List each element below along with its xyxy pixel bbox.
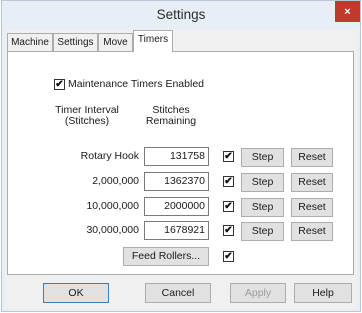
maintenance-timers-checkbox[interactable]: ✔: [54, 79, 65, 90]
check-icon: ✔: [224, 176, 233, 187]
title-bar[interactable]: Settings ×: [2, 1, 360, 29]
timer-interval-header: Timer Interval (Stitches): [55, 104, 119, 127]
check-icon: ✔: [224, 151, 233, 162]
step-button[interactable]: Step: [241, 222, 284, 241]
cancel-button[interactable]: Cancel: [145, 283, 211, 303]
stitches-remaining-header: Stitches Remaining: [145, 104, 197, 127]
reset-button[interactable]: Reset: [291, 148, 333, 167]
timer-row-checkbox[interactable]: ✔: [223, 176, 234, 187]
tab-move[interactable]: Move: [98, 33, 133, 51]
timers-panel: ✔ Maintenance Timers Enabled Timer Inter…: [7, 51, 354, 275]
dialog-title: Settings: [156, 7, 206, 22]
check-icon: ✔: [224, 251, 233, 262]
close-icon[interactable]: ×: [335, 1, 360, 22]
reset-button[interactable]: Reset: [291, 173, 333, 192]
ok-button[interactable]: OK: [43, 283, 109, 303]
check-icon: ✔: [55, 79, 64, 90]
apply-button[interactable]: Apply: [230, 283, 286, 303]
reset-button[interactable]: Reset: [291, 222, 333, 241]
timer-row-label: 30,000,000: [86, 224, 139, 236]
help-button[interactable]: Help: [294, 283, 352, 303]
stitches-remaining-field[interactable]: 131758: [144, 147, 209, 166]
tab-machine[interactable]: Machine: [7, 33, 53, 51]
tab-settings[interactable]: Settings: [53, 33, 98, 51]
stitches-remaining-field[interactable]: 1678921: [144, 221, 209, 240]
check-icon: ✔: [224, 201, 233, 212]
feed-rollers-button[interactable]: Feed Rollers...: [123, 247, 209, 266]
reset-button[interactable]: Reset: [291, 198, 333, 217]
timer-row-label: Rotary Hook: [80, 150, 139, 162]
maintenance-timers-label: Maintenance Timers Enabled: [68, 78, 204, 90]
stitches-remaining-field[interactable]: 1362370: [144, 172, 209, 191]
timer-row-checkbox[interactable]: ✔: [223, 225, 234, 236]
timer-row-checkbox[interactable]: ✔: [223, 201, 234, 212]
timer-row-label: 10,000,000: [86, 200, 139, 212]
timer-row-label: 2,000,000: [92, 175, 139, 187]
tab-timers[interactable]: Timers: [133, 30, 173, 52]
feed-rollers-checkbox[interactable]: ✔: [223, 251, 234, 262]
step-button[interactable]: Step: [241, 198, 284, 217]
timer-row-checkbox[interactable]: ✔: [223, 151, 234, 162]
step-button[interactable]: Step: [241, 148, 284, 167]
check-icon: ✔: [224, 225, 233, 236]
settings-dialog: Settings × Machine Settings Move Timers …: [1, 0, 361, 312]
step-button[interactable]: Step: [241, 173, 284, 192]
stitches-remaining-field[interactable]: 2000000: [144, 197, 209, 216]
dialog-client-area: Machine Settings Move Timers ✔ Maintenan…: [5, 30, 357, 309]
